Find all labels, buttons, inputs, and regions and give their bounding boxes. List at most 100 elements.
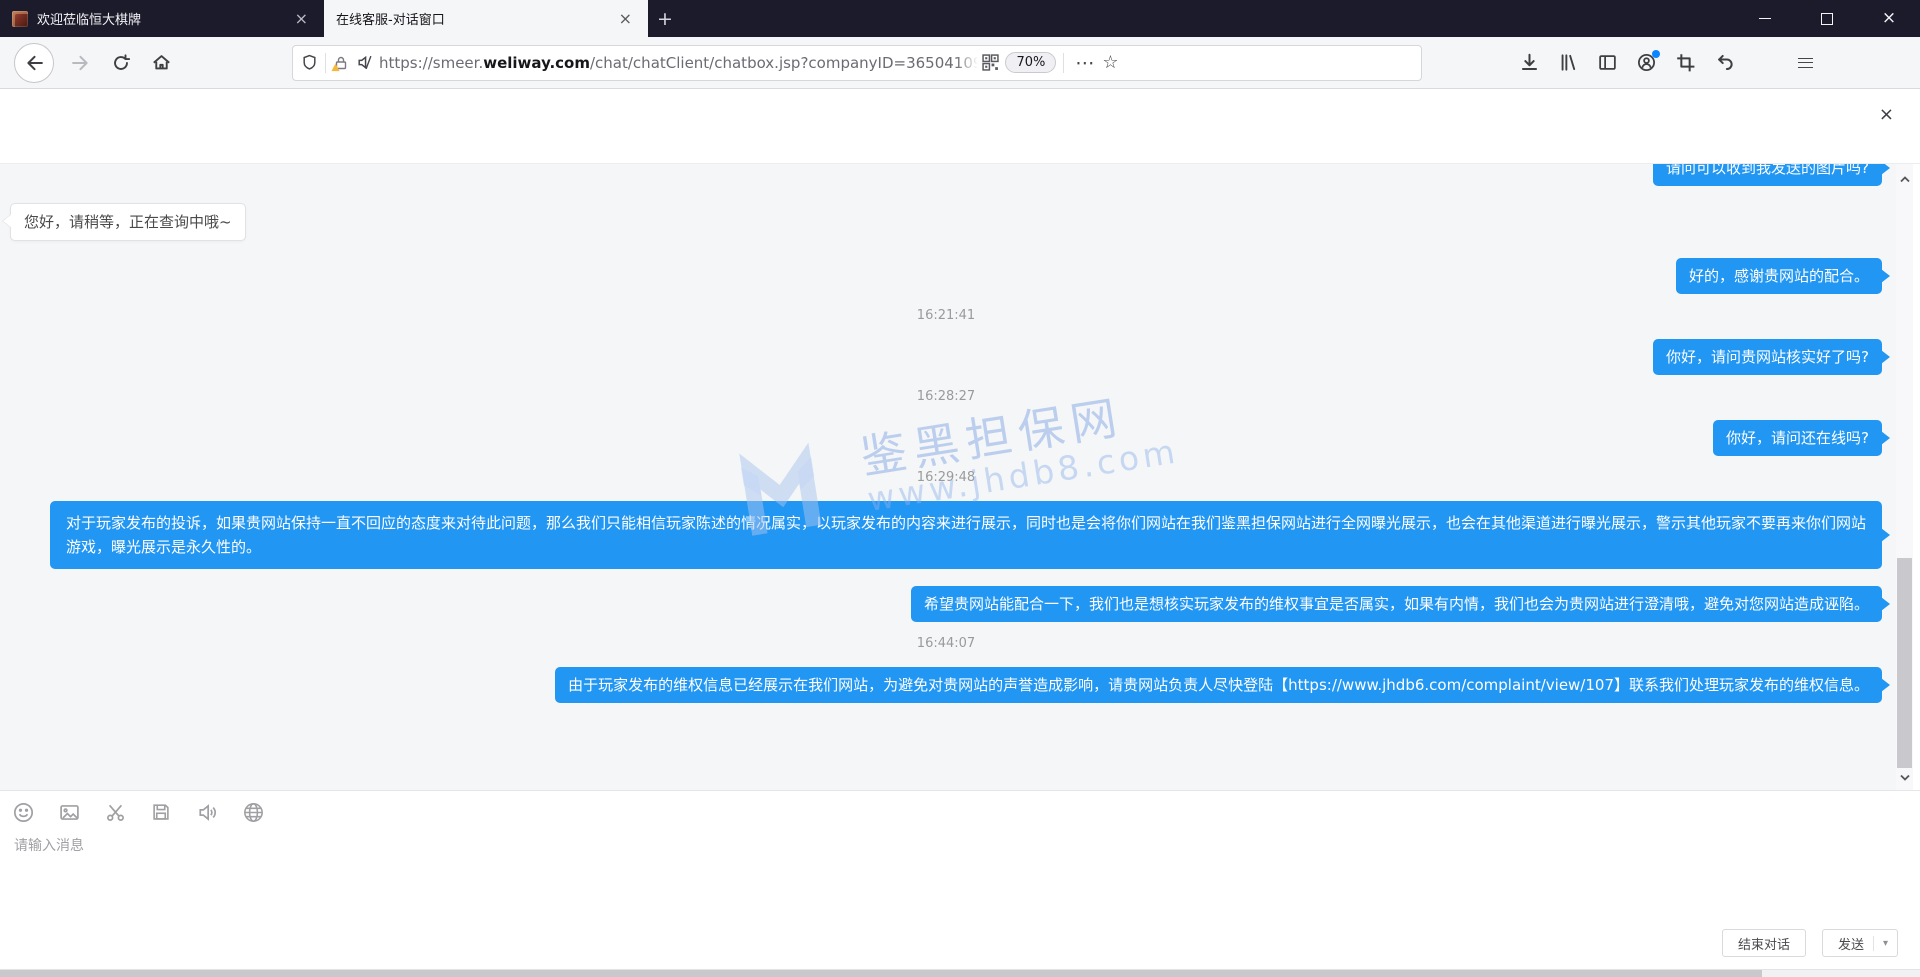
connection-lock[interactable] (333, 55, 349, 71)
chat-message-row: 16:28:27 (10, 388, 1882, 406)
menu-line (1798, 62, 1813, 63)
new-tab-button[interactable]: + (648, 0, 682, 37)
site-favicon (12, 11, 28, 27)
chat-message-list: 请问可以收到我发送的图片吗? 您好，请稍等，正在查询中哦~ 好的，感谢贵网站的配合。… (10, 164, 1882, 703)
window-maximize-button[interactable] (1796, 0, 1858, 37)
chat-message-row: 好的，感谢贵网站的配合。 (10, 258, 1882, 294)
scroll-up-arrow[interactable] (1896, 170, 1913, 188)
end-chat-button[interactable]: 结束对话 (1722, 929, 1806, 957)
chat-timestamp: 16:29:48 (917, 469, 975, 487)
chat-message-row: 请问可以收到我发送的图片吗? (10, 164, 1882, 186)
send-button[interactable]: 发送 ▾ (1822, 929, 1898, 957)
chat-scroll-area[interactable]: 请问可以收到我发送的图片吗? 您好，请稍等，正在查询中哦~ 好的，感谢贵网站的配合。… (0, 164, 1896, 790)
tab-title: 在线客服-对话窗口 (336, 9, 606, 28)
browser-window: 欢迎莅临恒大棋牌 × 在线客服-对话窗口 × + × (0, 0, 1920, 977)
url-scheme: https:// (379, 54, 433, 72)
window-minimize-button[interactable] (1734, 0, 1796, 37)
hamburger-menu-button[interactable] (1798, 58, 1813, 68)
globe-icon[interactable] (242, 801, 264, 823)
reload-button[interactable] (104, 46, 138, 80)
chat-message-row: 由于玩家发布的维权信息已经展示在我们网站，为避免对贵网站的声誉造成影响，请贵网站… (10, 667, 1882, 703)
chat-message-row: 对于玩家发布的投诉，如果贵网站保持一直不回应的态度来对待此问题，那么我们只能相信… (10, 501, 1882, 569)
emoji-icon[interactable] (12, 801, 34, 823)
chat-close-icon[interactable]: × (1879, 106, 1894, 124)
warning-triangle-icon (331, 63, 340, 72)
chat-message-row: 16:29:48 (10, 469, 1882, 487)
library-icon[interactable] (1559, 53, 1578, 72)
close-icon: × (1882, 10, 1896, 27)
chat-page-header: × (0, 90, 1920, 164)
tab-title: 欢迎莅临恒大棋牌 (37, 9, 282, 28)
account-button[interactable] (1637, 53, 1656, 72)
tab-bar: 欢迎莅临恒大棋牌 × 在线客服-对话窗口 × + × (0, 0, 1920, 37)
sound-icon[interactable] (196, 801, 218, 823)
urlbar-separator (325, 53, 326, 73)
chat-timestamp: 16:28:27 (917, 388, 975, 406)
minimize-icon (1759, 18, 1771, 19)
chat-vertical-scrollbar[interactable] (1896, 164, 1913, 790)
url-path: /chat/chatClient/chatbox.jsp?companyID=3… (590, 54, 982, 72)
tab-chat-active[interactable]: 在线客服-对话窗口 × (324, 0, 648, 37)
scissors-icon[interactable] (104, 801, 126, 823)
undo-arrow-icon[interactable] (1715, 53, 1734, 72)
message-input[interactable] (12, 833, 1516, 937)
downloads-icon[interactable] (1520, 53, 1539, 72)
notification-dot (1652, 50, 1660, 58)
chevron-down-icon (1900, 774, 1910, 781)
tab-welcome[interactable]: 欢迎莅临恒大棋牌 × (0, 0, 324, 37)
zoom-level-badge[interactable]: 70% (1005, 52, 1056, 73)
chat-timestamp: 16:21:41 (917, 307, 975, 325)
chat-message-row: 你好，请问贵网站核实好了吗? (10, 339, 1882, 375)
tab-close-icon[interactable]: × (291, 11, 312, 27)
chat-bubble: 好的，感谢贵网站的配合。 (1676, 258, 1882, 294)
chat-message-row: 您好，请稍等，正在查询中哦~ (10, 203, 1882, 241)
url-host-prefix: smeer. (433, 54, 483, 72)
screenshot-crop-icon[interactable] (1676, 53, 1695, 72)
horizontal-scrollbar-thumb[interactable] (0, 970, 1762, 977)
chat-bubble: 希望贵网站能配合一下，我们也是想核实玩家发布的维权事宜是否属实，如果有内情，我们… (911, 586, 1882, 622)
address-bar[interactable]: https://smeer.weliway.com/chat/chatClien… (292, 45, 1422, 81)
window-controls: × (1734, 0, 1920, 37)
page-horizontal-scrollbar[interactable] (0, 969, 1920, 977)
qr-extension-icon[interactable] (982, 54, 999, 71)
save-icon[interactable] (150, 801, 172, 823)
chat-message-row: 16:44:07 (10, 635, 1882, 653)
menu-line (1798, 58, 1813, 59)
send-button-label: 发送 (1838, 934, 1864, 953)
toolbar-right-icons (1520, 53, 1734, 72)
chat-message-row: 希望贵网站能配合一下，我们也是想核实玩家发布的维权事宜是否属实，如果有内情，我们… (10, 586, 1882, 622)
image-icon[interactable] (58, 801, 80, 823)
composer-buttons: 结束对话 发送 ▾ (1722, 929, 1898, 957)
forward-button[interactable] (64, 46, 98, 80)
urlbar-separator (1063, 53, 1064, 73)
tracking-shield-icon[interactable] (301, 54, 318, 71)
chat-bubble: 你好，请问贵网站核实好了吗? (1653, 339, 1882, 375)
message-composer: 结束对话 发送 ▾ (0, 790, 1920, 970)
scroll-down-arrow[interactable] (1896, 768, 1913, 786)
autoplay-blocked-icon[interactable] (356, 54, 373, 71)
bookmark-star-icon[interactable]: ☆ (1102, 52, 1118, 73)
back-icon (25, 54, 43, 72)
scrollbar-thumb[interactable] (1897, 558, 1912, 768)
chat-message-row: 你好，请问还在线吗? (10, 420, 1882, 456)
maximize-icon (1821, 13, 1833, 25)
sidebar-icon[interactable] (1598, 53, 1617, 72)
chat-bubble: 你好，请问还在线吗? (1713, 420, 1882, 456)
navigation-toolbar: https://smeer.weliway.com/chat/chatClien… (0, 37, 1920, 89)
reload-icon (112, 54, 130, 72)
tab-close-icon[interactable]: × (615, 11, 636, 27)
page-actions-icon[interactable]: ⋯ (1075, 52, 1094, 74)
chat-message-row: 16:21:41 (10, 307, 1882, 325)
chat-bubble: 由于玩家发布的维权信息已经展示在我们网站，为避免对贵网站的声誉造成影响，请贵网站… (555, 667, 1882, 703)
url-domain: weliway.com (483, 54, 590, 72)
chat-timestamp: 16:44:07 (917, 635, 975, 653)
home-icon (152, 53, 171, 72)
composer-toolbar (12, 800, 1908, 824)
chat-bubble: 请问可以收到我发送的图片吗? (1653, 164, 1882, 186)
home-button[interactable] (144, 46, 178, 80)
send-options-caret-icon[interactable]: ▾ (1883, 938, 1888, 949)
back-button[interactable] (14, 43, 54, 83)
menu-line (1798, 67, 1813, 68)
forward-icon (72, 54, 90, 72)
window-close-button[interactable]: × (1858, 0, 1920, 37)
